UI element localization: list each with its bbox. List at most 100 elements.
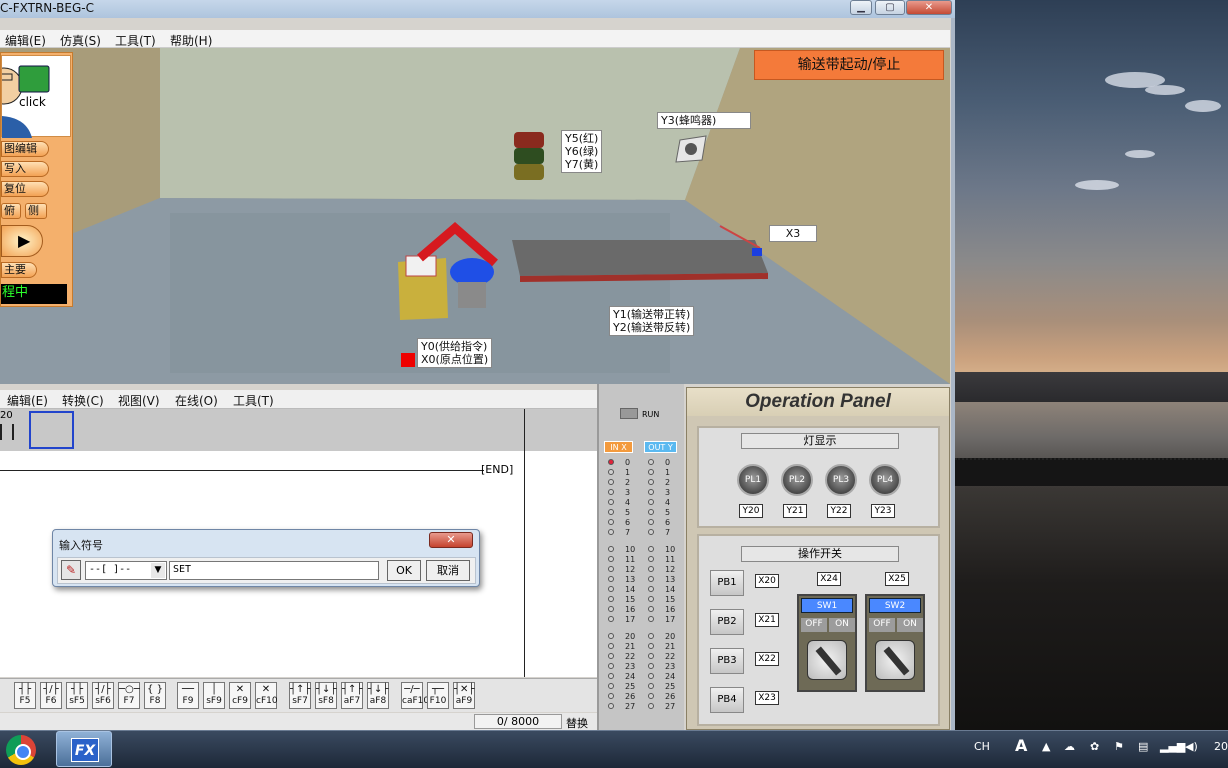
- cloud-icon[interactable]: ☁: [1064, 740, 1075, 753]
- ladder-edit-button[interactable]: 图编辑: [1, 141, 49, 157]
- title-bar[interactable]: C-FXTRN-BEG-C ▁ ▢ ✕: [0, 0, 955, 18]
- fkey-label: F6: [45, 696, 57, 706]
- clipboard-icon[interactable]: ▤: [1138, 740, 1148, 753]
- fkey-f7[interactable]: ─○─ F7: [118, 682, 140, 709]
- fkey-cf10[interactable]: ✕ cF10: [255, 682, 278, 709]
- fkey-af8[interactable]: ┤↓├ aF8: [367, 682, 389, 709]
- editor-menu-tools[interactable]: 工具(T): [233, 392, 274, 409]
- output-led: [648, 703, 654, 709]
- fkey-sf5[interactable]: ┤├ sF5: [66, 682, 88, 709]
- editor-menu-edit[interactable]: 编辑(E): [7, 392, 48, 409]
- pushbutton-input-tag: X20: [755, 574, 779, 588]
- output-led: [648, 459, 654, 465]
- side-view-button[interactable]: 侧: [25, 203, 47, 219]
- rotary-knob-icon[interactable]: [875, 640, 915, 680]
- instruction-input[interactable]: SET: [169, 561, 379, 580]
- dialog-close-button[interactable]: ✕: [429, 532, 473, 548]
- volume-icon[interactable]: ◀): [1185, 740, 1198, 753]
- pushbutton-pb1[interactable]: PB1: [710, 570, 744, 596]
- fkey-sf9[interactable]: │ sF9: [203, 682, 225, 709]
- pushbutton-pb2[interactable]: PB2: [710, 609, 744, 635]
- switch-name: SW1: [801, 598, 853, 613]
- output-led: [648, 663, 654, 669]
- input-led: [608, 606, 614, 612]
- fkey-label: F5: [19, 696, 31, 706]
- fkey-sf7[interactable]: ┤↑├ sF7: [289, 682, 311, 709]
- fkey-label: sF8: [318, 696, 334, 706]
- fkey-f9[interactable]: ── F9: [177, 682, 199, 709]
- output-led: [648, 489, 654, 495]
- fkey-label: F8: [149, 696, 161, 706]
- input-address: 6: [625, 518, 631, 527]
- output-led: [648, 633, 654, 639]
- output-led: [648, 479, 654, 485]
- lamp-output-tag: Y21: [783, 504, 807, 518]
- input-led: [608, 633, 614, 639]
- rotary-knob-icon[interactable]: [807, 640, 847, 680]
- ladder-cursor[interactable]: [29, 411, 74, 449]
- fkey-symbol: ┤↑├: [290, 684, 311, 695]
- menu-simulate[interactable]: 仿真(S): [60, 32, 101, 49]
- pushbutton-input-tag: X21: [755, 613, 779, 627]
- menu-edit[interactable]: 编辑(E): [5, 32, 46, 49]
- play-button[interactable]: ▶: [1, 225, 43, 257]
- fkey-label: sF5: [69, 696, 85, 706]
- fkey-cf9[interactable]: ✕ cF9: [229, 682, 251, 709]
- flower-icon[interactable]: ✿: [1090, 740, 1099, 753]
- taskbar-fx-trainer[interactable]: FX: [56, 731, 112, 767]
- ok-button[interactable]: OK: [387, 560, 421, 581]
- fkey-symbol: ─○─: [119, 684, 140, 695]
- input-led: [608, 693, 614, 699]
- chevron-down-icon[interactable]: ▼: [151, 563, 165, 578]
- pick-icon[interactable]: ✎: [61, 560, 81, 580]
- close-button[interactable]: ✕: [906, 0, 952, 15]
- selector-switch-sw1[interactable]: SW1 OFF ON: [797, 594, 857, 692]
- pushbutton-pb4[interactable]: PB4: [710, 687, 744, 713]
- fkey-sf6[interactable]: ┤/├ sF6: [92, 682, 114, 709]
- input-led: [608, 576, 614, 582]
- fkey-af9[interactable]: ┤✕├ aF9: [453, 682, 475, 709]
- network-icon[interactable]: ▂▄▆: [1160, 740, 1185, 753]
- lamp-output-tag: Y23: [871, 504, 895, 518]
- window-title: C-FXTRN-BEG-C: [0, 1, 94, 15]
- menu-tools[interactable]: 工具(T): [115, 32, 156, 49]
- fkey-f6[interactable]: ┤/├ F6: [40, 682, 62, 709]
- editor-menu-view[interactable]: 视图(V): [118, 392, 160, 409]
- input-language[interactable]: CH: [974, 740, 990, 753]
- main-button[interactable]: 主要: [1, 262, 37, 278]
- clock[interactable]: 20: [1214, 740, 1228, 753]
- conveyor-start-stop-button[interactable]: 输送带起动/停止: [754, 50, 944, 80]
- write-button[interactable]: 写入: [1, 161, 49, 177]
- pushbutton-pb3[interactable]: PB3: [710, 648, 744, 674]
- selector-switch-sw2[interactable]: SW2 OFF ON: [865, 594, 925, 692]
- maximize-button[interactable]: ▢: [875, 0, 905, 15]
- fkey-f10[interactable]: ┬─ F10: [427, 682, 449, 709]
- output-led: [648, 616, 654, 622]
- chrome-icon[interactable]: [6, 735, 36, 765]
- fkey-symbol: ✕: [235, 684, 245, 695]
- help-character[interactable]: click: [0, 55, 71, 138]
- top-view-button[interactable]: 俯: [1, 203, 21, 219]
- fkey-caf10[interactable]: ─/─ caF10: [401, 682, 429, 709]
- input-address: 27: [625, 702, 636, 711]
- flag-icon[interactable]: ⚑: [1114, 740, 1124, 753]
- minimize-button[interactable]: ▁: [850, 0, 872, 15]
- reset-button[interactable]: 复位: [1, 181, 49, 197]
- buzzer-label: Y3(蜂鸣器): [657, 112, 751, 129]
- input-led: [608, 566, 614, 572]
- fkey-af7[interactable]: ┤↑├ aF7: [341, 682, 363, 709]
- fkey-sf8[interactable]: ┤↓├ sF8: [315, 682, 337, 709]
- fkey-f8[interactable]: { } F8: [144, 682, 166, 709]
- tray-expand-icon[interactable]: ▲: [1042, 740, 1050, 753]
- editor-menu-convert[interactable]: 转换(C): [62, 392, 104, 409]
- output-address: 5: [665, 508, 671, 517]
- input-address: 26: [625, 692, 636, 701]
- ime-font-icon[interactable]: A: [1015, 736, 1027, 755]
- cancel-button[interactable]: 取消: [426, 560, 470, 581]
- output-led: [648, 596, 654, 602]
- symbol-select[interactable]: --[ ]-- ▼: [85, 561, 167, 580]
- fkey-f5[interactable]: ┤├ F5: [14, 682, 36, 709]
- lamp-output-tag: Y20: [739, 504, 763, 518]
- menu-help[interactable]: 帮助(H): [170, 32, 212, 49]
- editor-menu-online[interactable]: 在线(O): [175, 392, 218, 409]
